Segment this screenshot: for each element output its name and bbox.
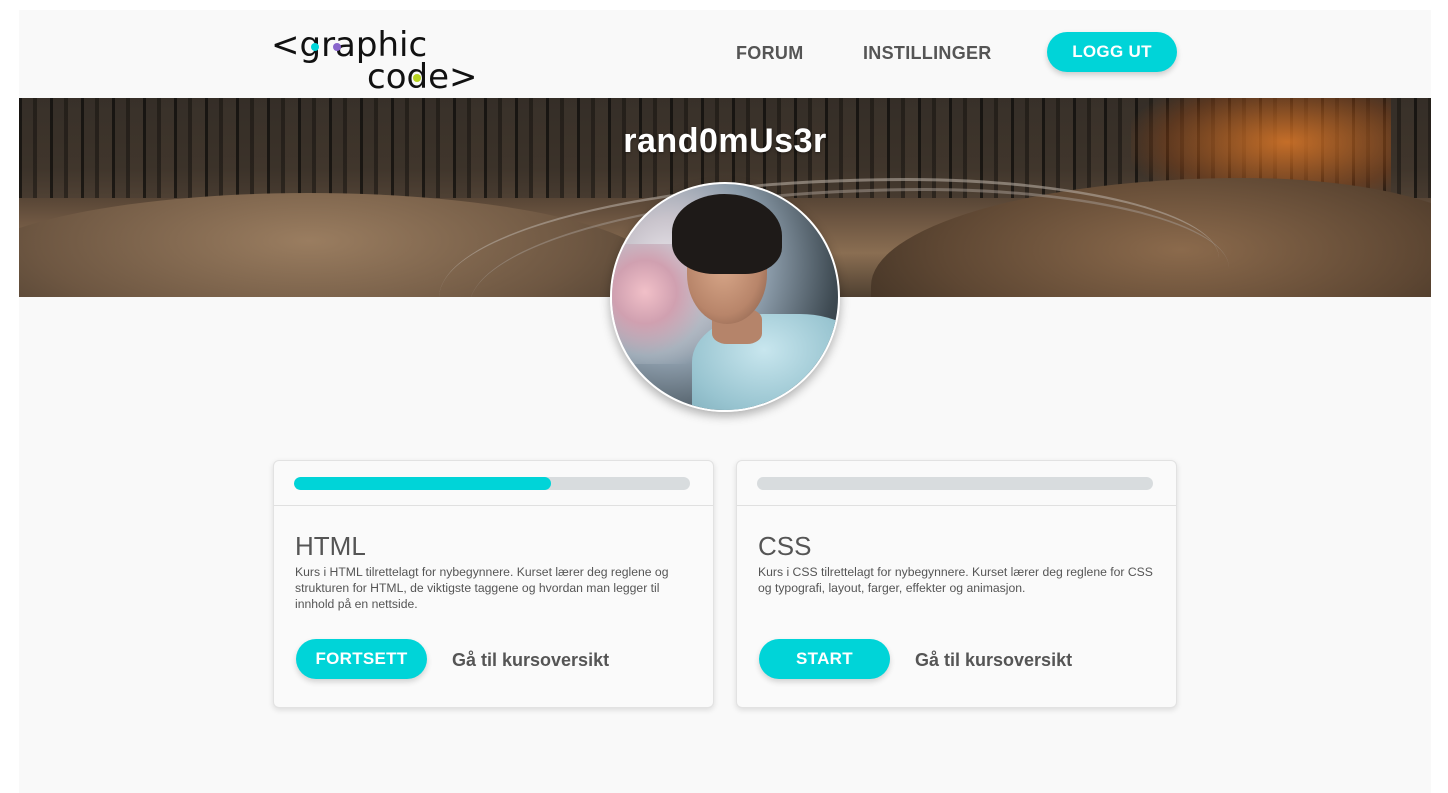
course-progress-area: [737, 461, 1176, 506]
course-overview-link[interactable]: Gå til kursoversikt: [915, 650, 1072, 671]
course-card-html: HTML Kurs i HTML tilrettelagt for nybegy…: [273, 460, 714, 708]
course-title: HTML: [295, 531, 366, 561]
course-overview-link[interactable]: Gå til kursoversikt: [452, 650, 609, 671]
avatar-hair: [672, 194, 782, 274]
logo-dot-1: [311, 43, 319, 51]
username-heading: rand0mUs3r: [623, 122, 827, 160]
nav-forum[interactable]: FORUM: [736, 43, 804, 64]
logo-dot-3: [413, 74, 421, 82]
logo-dot-2: [333, 43, 341, 51]
logo-text-bottom: code>: [367, 57, 477, 90]
continue-button[interactable]: FORTSETT: [296, 639, 427, 679]
logout-button[interactable]: LOGG UT: [1047, 32, 1177, 72]
nav-settings[interactable]: INSTILLINGER: [863, 43, 992, 64]
course-description: Kurs i CSS tilrettelagt for nybegynnere.…: [758, 565, 1153, 595]
course-progress-fill: [294, 477, 552, 490]
course-card-css: CSS Kurs i CSS tilrettelagt for nybegynn…: [736, 460, 1177, 708]
profile-avatar[interactable]: [610, 182, 840, 412]
profile-page: <graphic code> FORUM INSTILLINGER LOGG U…: [19, 10, 1431, 793]
top-header: <graphic code> FORUM INSTILLINGER LOGG U…: [19, 10, 1431, 98]
course-description: Kurs i HTML tilrettelagt for nybegynnere…: [295, 565, 669, 611]
course-progress-bar: [294, 477, 690, 490]
course-progress-area: [274, 461, 713, 506]
start-button[interactable]: START: [759, 639, 890, 679]
graphic-code-logo[interactable]: <graphic code>: [269, 20, 489, 97]
course-title: CSS: [758, 531, 812, 561]
course-progress-bar: [757, 477, 1153, 490]
graphic-code-logo-icon: <graphic code>: [271, 25, 477, 97]
